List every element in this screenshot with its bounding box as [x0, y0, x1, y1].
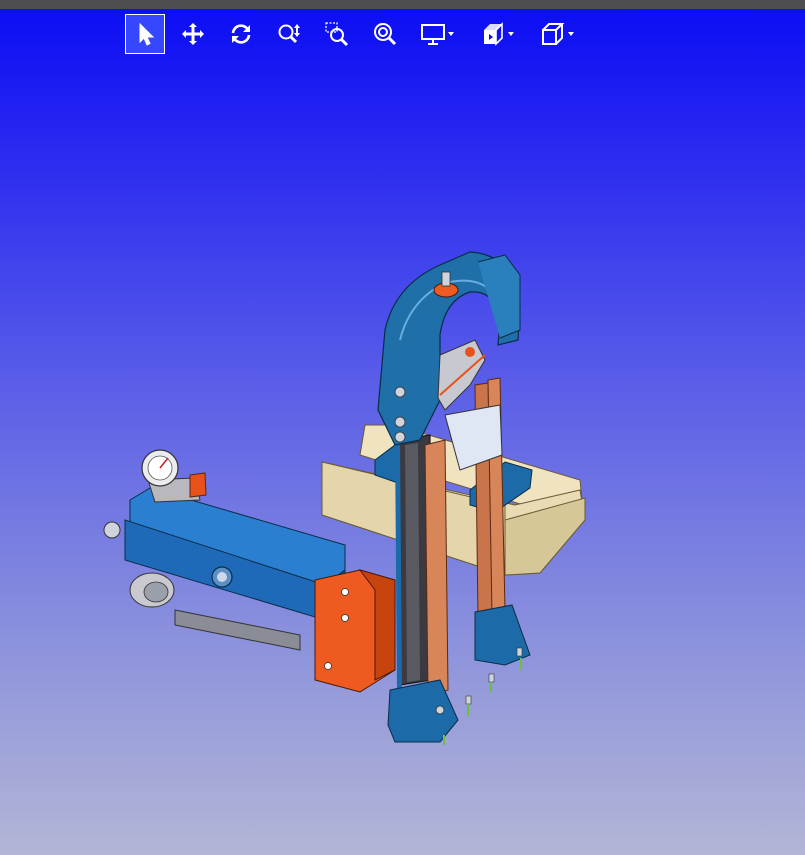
pan-tool-button[interactable] [173, 14, 213, 54]
rotate-icon [231, 24, 251, 44]
chevron-down-icon [568, 32, 574, 36]
main-column [395, 434, 449, 696]
linear-stage [103, 487, 346, 651]
orange-bracket [314, 569, 396, 693]
section-view-dropdown[interactable] [507, 14, 517, 54]
zoom-box-icon [325, 22, 349, 47]
view-cube-dropdown[interactable] [567, 14, 577, 54]
window-title-bar [0, 0, 805, 9]
zoom-fit-button[interactable] [365, 14, 405, 54]
3d-viewport[interactable] [0, 0, 805, 855]
zoom-fit-icon [374, 23, 397, 46]
zoom-tool-button[interactable] [269, 14, 309, 54]
view-cube-icon [542, 23, 565, 45]
zoom-box-button[interactable] [317, 14, 357, 54]
cad-assembly-model[interactable] [95, 240, 605, 755]
rotate-tool-button[interactable] [221, 14, 261, 54]
select-tool-button[interactable] [125, 14, 165, 54]
select-cursor-icon [139, 22, 155, 46]
chevron-down-icon [448, 32, 454, 36]
chevron-down-icon [508, 32, 514, 36]
display-mode-icon [421, 24, 445, 45]
section-view-icon [484, 22, 503, 46]
display-mode-dropdown[interactable] [447, 14, 457, 54]
zoom-in-out-icon [278, 24, 300, 44]
view-toolbar [125, 14, 593, 54]
pan-move-icon [182, 23, 204, 45]
